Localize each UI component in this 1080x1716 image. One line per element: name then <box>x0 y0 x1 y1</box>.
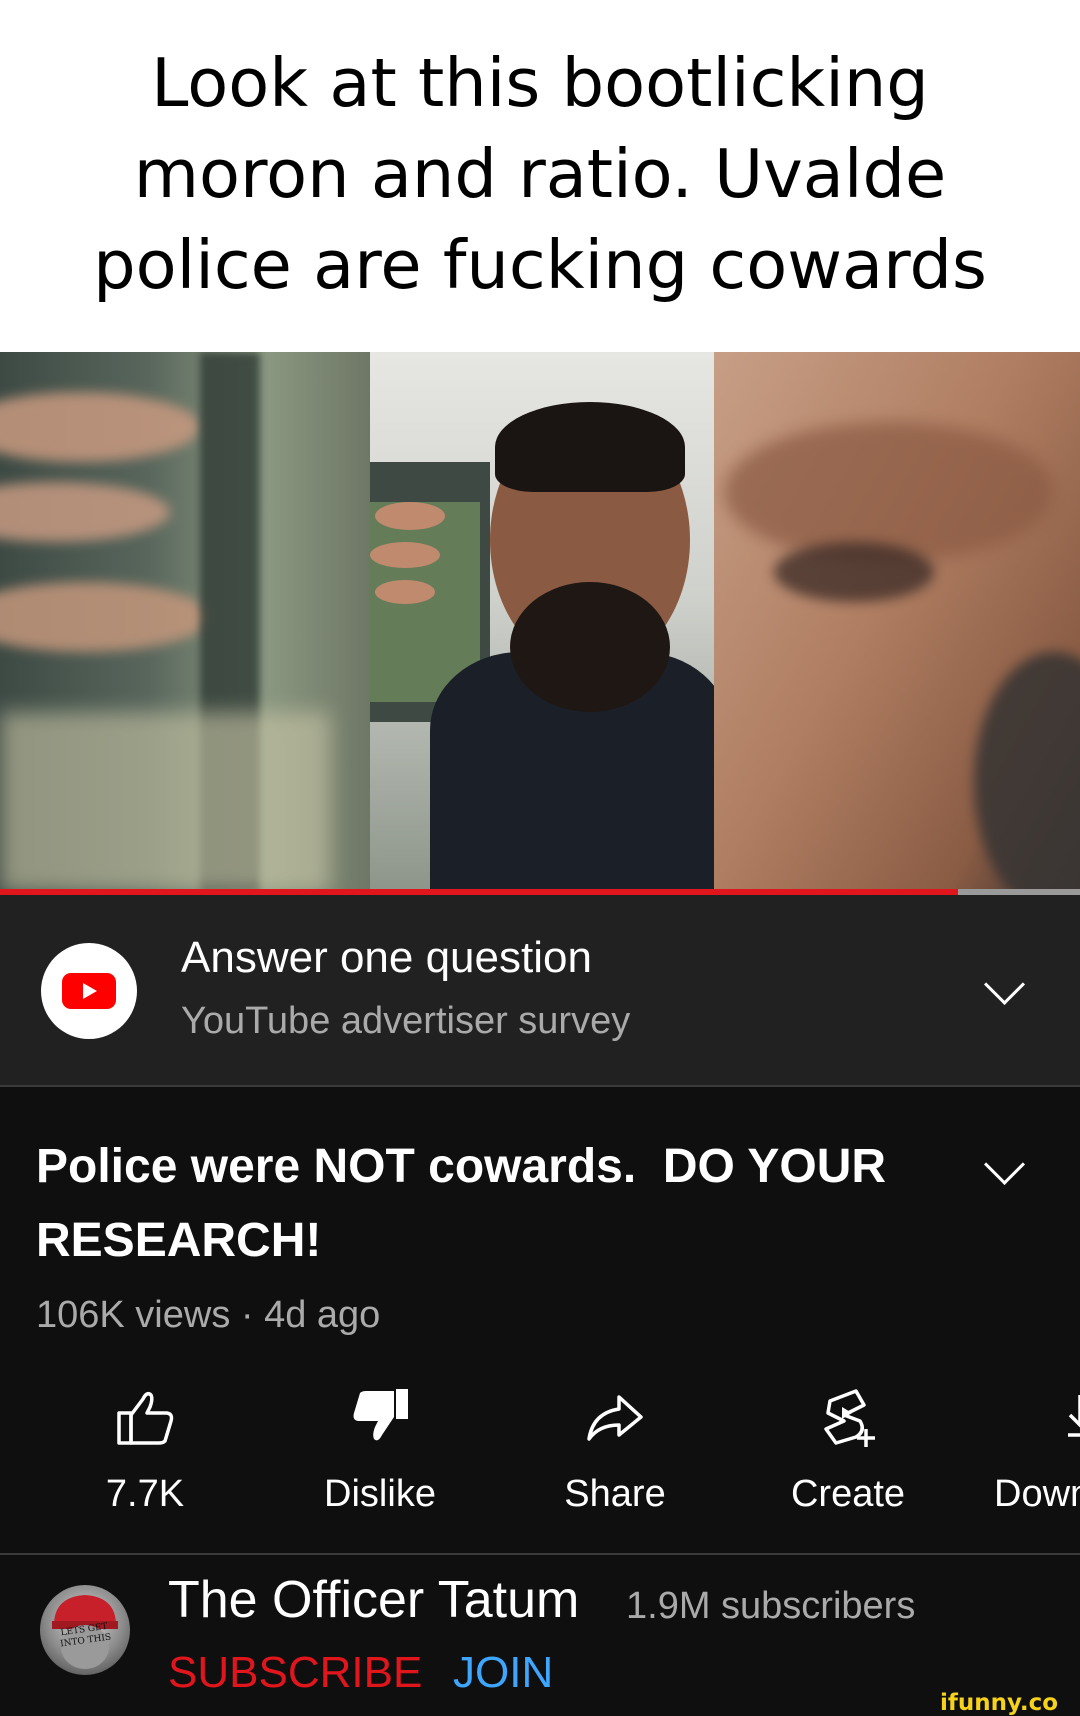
create-button[interactable]: Create <box>748 1385 948 1525</box>
caption-line-3: police are fucking cowards <box>93 225 987 304</box>
channel-avatar[interactable]: LETS GET INTO THIS <box>40 1585 130 1675</box>
caption-line-1: Look at this bootlicking <box>151 43 929 122</box>
like-button[interactable]: 7.7K <box>45 1385 245 1525</box>
youtube-logo-icon <box>41 943 137 1039</box>
survey-banner[interactable] <box>0 895 1080 1085</box>
share-label: Share <box>564 1473 666 1515</box>
share-button[interactable]: Share <box>515 1385 715 1525</box>
video-title-line-2: RESEARCH! <box>36 1214 322 1267</box>
create-label: Create <box>790 1473 906 1515</box>
video-panel-center <box>370 352 714 892</box>
bottom-strip <box>0 1697 1080 1716</box>
caption-line-2: moron and ratio. Uvalde <box>133 134 947 213</box>
video-title[interactable]: Police were NOT cowards. DO YOUR RESEARC… <box>36 1130 936 1278</box>
survey-subtitle: YouTube advertiser survey <box>181 1000 631 1042</box>
download-button[interactable]: Down <box>980 1385 1080 1525</box>
ifunny-watermark: ifunny.co <box>940 1690 1059 1716</box>
thumbs-up-icon <box>45 1385 245 1449</box>
divider <box>0 1085 1080 1087</box>
video-player[interactable] <box>0 352 1080 892</box>
like-count: 7.7K <box>105 1473 185 1515</box>
channel-name[interactable]: The Officer Tatum <box>168 1570 579 1630</box>
video-panel-right <box>714 352 1080 892</box>
survey-title: Answer one question <box>181 933 592 982</box>
dislike-button[interactable]: Dislike <box>280 1385 480 1525</box>
thumbs-down-icon <box>280 1385 480 1449</box>
video-meta: 106K views · 4d ago <box>36 1294 381 1336</box>
video-panel-left <box>0 352 370 892</box>
download-label: Down <box>994 1473 1080 1515</box>
caption-text: Look at this bootlicking moron and ratio… <box>30 38 1050 311</box>
share-icon <box>515 1385 715 1449</box>
subscribe-button[interactable]: SUBSCRIBE <box>168 1648 422 1698</box>
create-icon <box>748 1385 948 1449</box>
video-title-line-1: Police were NOT cowards. DO YOUR <box>36 1140 887 1193</box>
download-icon <box>980 1385 1080 1449</box>
join-button[interactable]: JOIN <box>453 1648 553 1698</box>
meme-caption: Look at this bootlicking moron and ratio… <box>0 0 1080 352</box>
subscriber-count: 1.9M subscribers <box>626 1585 916 1627</box>
dislike-label: Dislike <box>324 1473 436 1515</box>
divider <box>0 1553 1080 1555</box>
